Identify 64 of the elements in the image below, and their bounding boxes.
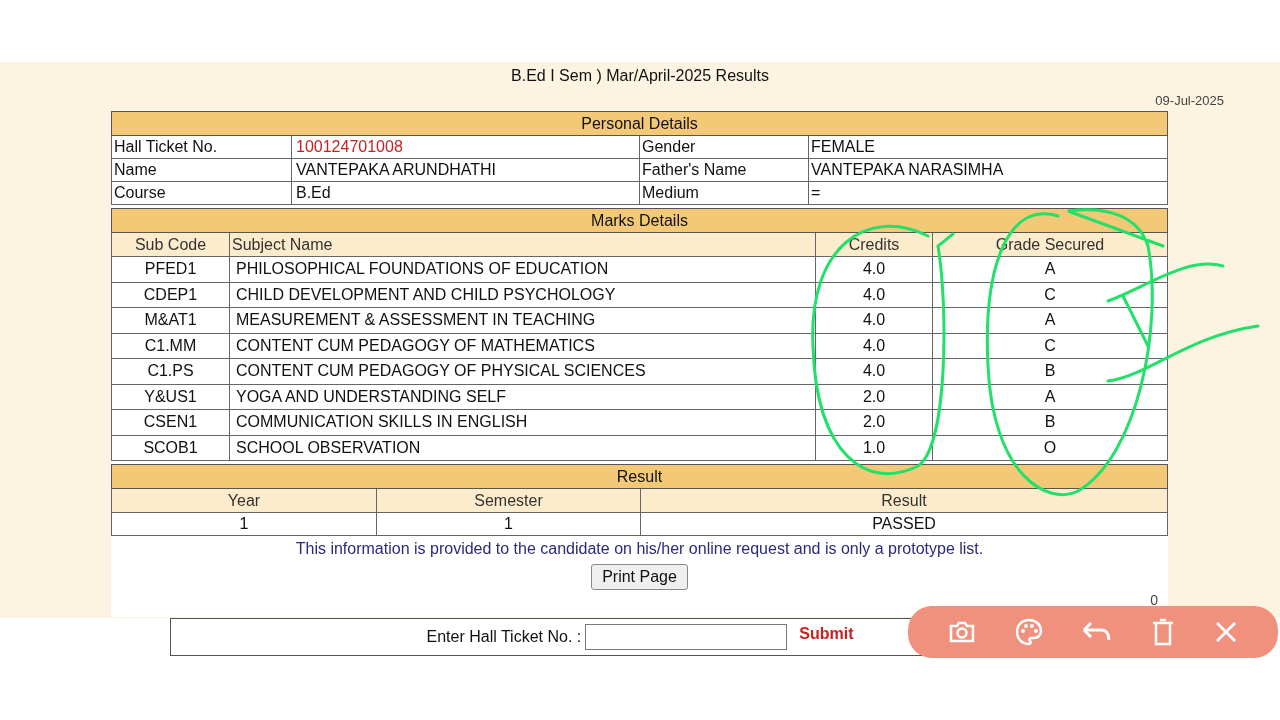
field-value: 100124701008: [291, 135, 640, 159]
table-cell: 2.0: [815, 384, 933, 410]
column-header: Result: [640, 488, 1168, 513]
table-cell: SCOB1: [111, 435, 230, 461]
table-cell: C: [932, 333, 1168, 359]
date-text: 09-Jul-2025: [1155, 92, 1224, 108]
column-header: Subject Name: [229, 232, 816, 257]
section-heading: Result: [111, 464, 1168, 489]
table-cell: A: [932, 384, 1168, 410]
section-heading: Personal Details: [111, 111, 1168, 136]
print-button[interactable]: Print Page: [591, 564, 688, 590]
column-header: Sub Code: [111, 232, 230, 257]
palette-icon[interactable]: [1014, 618, 1043, 646]
table-cell: C1.PS: [111, 358, 230, 384]
table-cell: CSEN1: [111, 409, 230, 435]
field-label: Name: [111, 158, 292, 182]
field-label: Father's Name: [639, 158, 809, 182]
page-title: B.Ed I Sem ) Mar/April-2025 Results: [510, 66, 770, 86]
section-heading: Marks Details: [111, 208, 1168, 233]
table-cell: 4.0: [815, 282, 933, 308]
counter-text: 0: [1150, 592, 1158, 608]
table-cell: A: [932, 256, 1168, 282]
table-cell: 4.0: [815, 256, 933, 282]
submit-link[interactable]: Submit: [799, 625, 854, 643]
column-header: Semester: [376, 488, 641, 513]
table-cell: PASSED: [640, 512, 1168, 536]
table-cell: A: [932, 307, 1168, 333]
table-cell: CDEP1: [111, 282, 230, 308]
table-cell: 2.0: [815, 409, 933, 435]
table-cell: CONTENT CUM PEDAGOGY OF PHYSICAL SCIENCES: [229, 358, 816, 384]
field-label: Course: [111, 181, 292, 205]
table-cell: Y&US1: [111, 384, 230, 410]
table-cell: 1: [111, 512, 377, 536]
table-cell: PHILOSOPHICAL FOUNDATIONS OF EDUCATION: [229, 256, 816, 282]
table-cell: 1: [376, 512, 641, 536]
table-cell: M&AT1: [111, 307, 230, 333]
field-value: FEMALE: [808, 135, 1168, 159]
table-cell: C: [932, 282, 1168, 308]
table-cell: CHILD DEVELOPMENT AND CHILD PSYCHOLOGY: [229, 282, 816, 308]
table-cell: SCHOOL OBSERVATION: [229, 435, 816, 461]
camera-icon[interactable]: [947, 620, 976, 644]
column-header: Year: [111, 488, 377, 513]
table-cell: O: [932, 435, 1168, 461]
input-field[interactable]: [585, 624, 788, 650]
field-label: Gender: [639, 135, 809, 159]
field-value: VANTEPAKA ARUNDHATHI: [291, 158, 640, 182]
field-value: VANTEPAKA NARASIMHA: [808, 158, 1168, 182]
undo-icon[interactable]: [1081, 621, 1112, 643]
close-icon[interactable]: [1214, 620, 1239, 644]
table-cell: COMMUNICATION SKILLS IN ENGLISH: [229, 409, 816, 435]
table-cell: C1.MM: [111, 333, 230, 359]
field-label: Enter Hall Ticket No. :: [426, 628, 582, 646]
notice-text: This information is provided to the candidate on his/her online request and is only a prototype list.: [294, 540, 985, 558]
table-cell: PFED1: [111, 256, 230, 282]
field-label: Hall Ticket No.: [111, 135, 292, 159]
table-cell: 4.0: [815, 333, 933, 359]
field-value: =: [808, 181, 1168, 205]
table-cell: 4.0: [815, 307, 933, 333]
table-cell: CONTENT CUM PEDAGOGY OF MATHEMATICS: [229, 333, 816, 359]
table-cell: B: [932, 358, 1168, 384]
field-label: Medium: [639, 181, 809, 205]
field-value: B.Ed: [291, 181, 640, 205]
trash-icon[interactable]: [1151, 618, 1176, 646]
table-cell: 4.0: [815, 358, 933, 384]
